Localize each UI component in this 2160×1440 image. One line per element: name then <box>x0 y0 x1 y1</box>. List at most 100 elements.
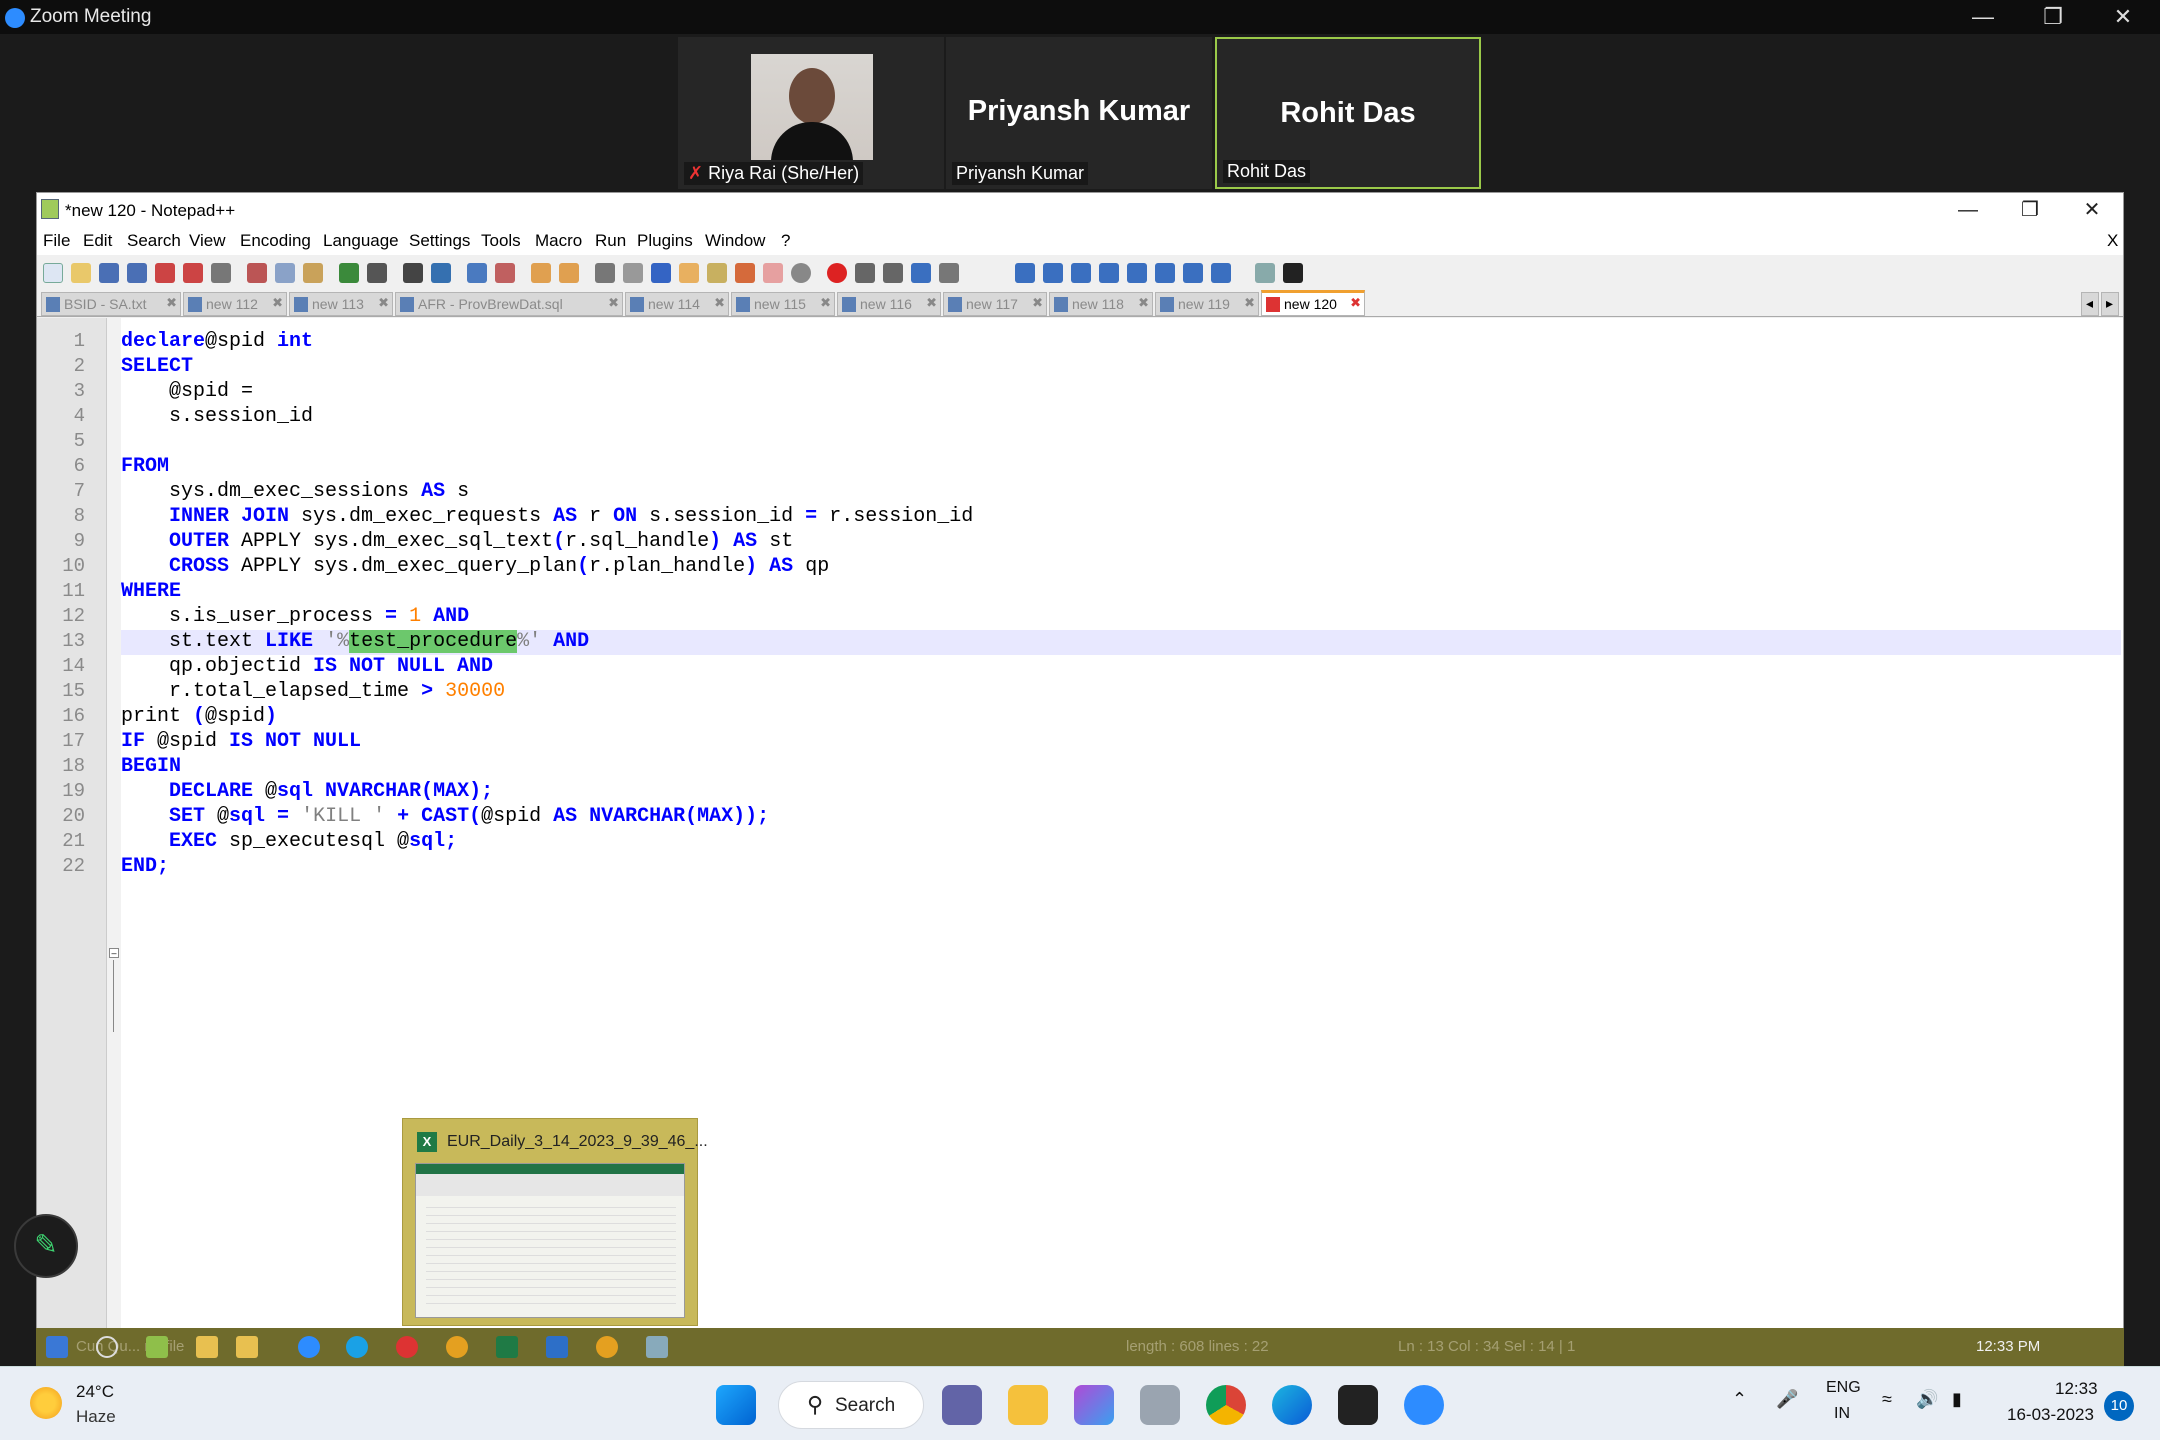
folder-workspace-icon[interactable] <box>735 263 755 283</box>
excel-taskbar-icon[interactable] <box>496 1336 518 1358</box>
fold-toggle-icon[interactable]: – <box>109 948 119 958</box>
tab-new-114[interactable]: new 114 ✖ <box>625 292 729 316</box>
tab-close-icon[interactable]: ✖ <box>1138 295 1149 311</box>
macro-save-icon[interactable] <box>939 263 959 283</box>
code-line[interactable]: st.text LIKE '%test_procedure%' AND <box>121 629 589 654</box>
participant-tile-priyansh[interactable]: Priyansh Kumar Priyansh Kumar <box>946 37 1212 189</box>
new-file-icon[interactable] <box>43 263 63 283</box>
close-file-icon[interactable] <box>155 263 175 283</box>
menu-macro[interactable]: Macro <box>535 231 582 251</box>
spellcheck-icon[interactable] <box>1255 263 1275 283</box>
arrow-down-icon[interactable] <box>1155 263 1175 283</box>
code-line[interactable]: qp.objectid IS NOT NULL AND <box>121 654 493 679</box>
code-line[interactable]: SELECT <box>121 354 193 379</box>
code-line[interactable]: CROSS APPLY sys.dm_exec_query_plan(r.pla… <box>121 554 829 579</box>
region-code[interactable]: IN <box>1834 1405 1850 1423</box>
record-off-icon[interactable] <box>791 263 811 283</box>
restore-icon[interactable]: ❐ <box>2018 0 2088 34</box>
menu-edit[interactable]: Edit <box>83 231 112 251</box>
microphone-icon[interactable]: 🎤 <box>1776 1389 1798 1410</box>
tab-close-icon[interactable]: ✖ <box>926 295 937 311</box>
zoom-taskbar-icon[interactable] <box>298 1336 320 1358</box>
doc-map-icon[interactable] <box>679 263 699 283</box>
tab-close-icon[interactable]: ✖ <box>1350 295 1361 311</box>
battery-icon[interactable]: ▮ <box>1952 1389 1962 1410</box>
edge-taskbar-icon[interactable] <box>1272 1385 1312 1425</box>
code-line[interactable]: END; <box>121 854 169 879</box>
word-wrap-icon[interactable] <box>595 263 615 283</box>
teams-chat-icon[interactable] <box>942 1385 982 1425</box>
db-query-icon[interactable] <box>1071 263 1091 283</box>
menu-search[interactable]: Search <box>127 231 181 251</box>
macro-record-icon[interactable] <box>827 263 847 283</box>
sync-v-icon[interactable] <box>531 263 551 283</box>
code-line[interactable]: IF @spid IS NOT NULL <box>121 729 361 754</box>
indent-guide-icon[interactable] <box>651 263 671 283</box>
menu-settings[interactable]: Settings <box>409 231 470 251</box>
tab-new-115[interactable]: new 115 ✖ <box>731 292 835 316</box>
sticky-notes-icon[interactable] <box>1338 1385 1378 1425</box>
code-line[interactable]: s.is_user_process = 1 AND <box>121 604 469 629</box>
macro-run-multiple-icon[interactable] <box>911 263 931 283</box>
npp-close-icon[interactable]: ✕ <box>2061 193 2123 227</box>
start-icon[interactable] <box>46 1336 68 1358</box>
undo-icon[interactable] <box>339 263 359 283</box>
function-list-icon[interactable] <box>707 263 727 283</box>
code-line[interactable]: sys.dm_exec_sessions AS s <box>121 479 469 504</box>
expand-icon[interactable] <box>1183 263 1203 283</box>
db-connect-icon[interactable] <box>1015 263 1035 283</box>
tab-new-119[interactable]: new 119 ✖ <box>1155 292 1259 316</box>
redo-icon[interactable] <box>367 263 387 283</box>
cut-icon[interactable] <box>247 263 267 283</box>
save-all-icon[interactable] <box>127 263 147 283</box>
arrow-up-icon[interactable] <box>1127 263 1147 283</box>
code-line[interactable]: @spid = <box>121 379 253 404</box>
close-document-button[interactable]: X <box>2107 231 2118 251</box>
code-line[interactable]: s.session_id <box>121 404 313 429</box>
open-file-icon[interactable] <box>71 263 91 283</box>
tray-overflow-icon[interactable]: ⌃ <box>1732 1389 1747 1410</box>
tab-close-icon[interactable]: ✖ <box>608 295 619 311</box>
start-button-icon[interactable] <box>716 1385 756 1425</box>
notepadpp-taskbar-icon[interactable] <box>146 1336 168 1358</box>
code-line[interactable]: WHERE <box>121 579 181 604</box>
tab-close-icon[interactable]: ✖ <box>1244 295 1255 311</box>
tab-close-icon[interactable]: ✖ <box>272 295 283 311</box>
volume-icon[interactable]: 🔊 <box>1916 1389 1938 1410</box>
compare-icon[interactable] <box>1211 263 1231 283</box>
collapse-icon[interactable] <box>1099 263 1119 283</box>
edge-icon[interactable] <box>346 1336 368 1358</box>
preview-thumbnail[interactable] <box>415 1163 685 1318</box>
chrome-taskbar-icon[interactable] <box>1206 1385 1246 1425</box>
tab-close-icon[interactable]: ✖ <box>714 295 725 311</box>
markdown-icon[interactable] <box>1283 263 1303 283</box>
sync-h-icon[interactable] <box>559 263 579 283</box>
close-icon[interactable]: ✕ <box>2088 0 2158 34</box>
print-icon[interactable] <box>211 263 231 283</box>
menu-view[interactable]: View <box>189 231 226 251</box>
menu-tools[interactable]: Tools <box>481 231 521 251</box>
code-line[interactable]: FROM <box>121 454 169 479</box>
tab-scroll-left-icon[interactable]: ◂ <box>2081 292 2099 316</box>
tab-close-icon[interactable]: ✖ <box>166 295 177 311</box>
database-icon[interactable] <box>1140 1385 1180 1425</box>
tab-new-112[interactable]: new 112 ✖ <box>183 292 287 316</box>
code-line[interactable]: declare@spid int <box>121 329 313 354</box>
tab-bsid-sa[interactable]: BSID - SA.txt ✖ <box>41 292 181 316</box>
code-line[interactable]: EXEC sp_executesql @sql; <box>121 829 457 854</box>
notification-badge[interactable]: 10 <box>2104 1391 2134 1421</box>
macro-stop-icon[interactable] <box>855 263 875 283</box>
db-table-icon[interactable] <box>1043 263 1063 283</box>
menu-language[interactable]: Language <box>323 231 399 251</box>
code-line[interactable]: print (@spid) <box>121 704 277 729</box>
copilot-icon[interactable] <box>1074 1385 1114 1425</box>
taskbar-search[interactable]: ⚲ Search <box>778 1381 924 1429</box>
participant-tile-rohit[interactable]: Rohit Das Rohit Das <box>1215 37 1481 189</box>
tab-new-118[interactable]: new 118 ✖ <box>1049 292 1153 316</box>
menu-plugins[interactable]: Plugins <box>637 231 693 251</box>
npp-minimize-icon[interactable]: — <box>1937 193 1999 227</box>
chrome-icon[interactable] <box>446 1336 468 1358</box>
tab-close-icon[interactable]: ✖ <box>820 295 831 311</box>
file-explorer-icon[interactable] <box>196 1336 218 1358</box>
speed-icon[interactable] <box>396 1336 418 1358</box>
